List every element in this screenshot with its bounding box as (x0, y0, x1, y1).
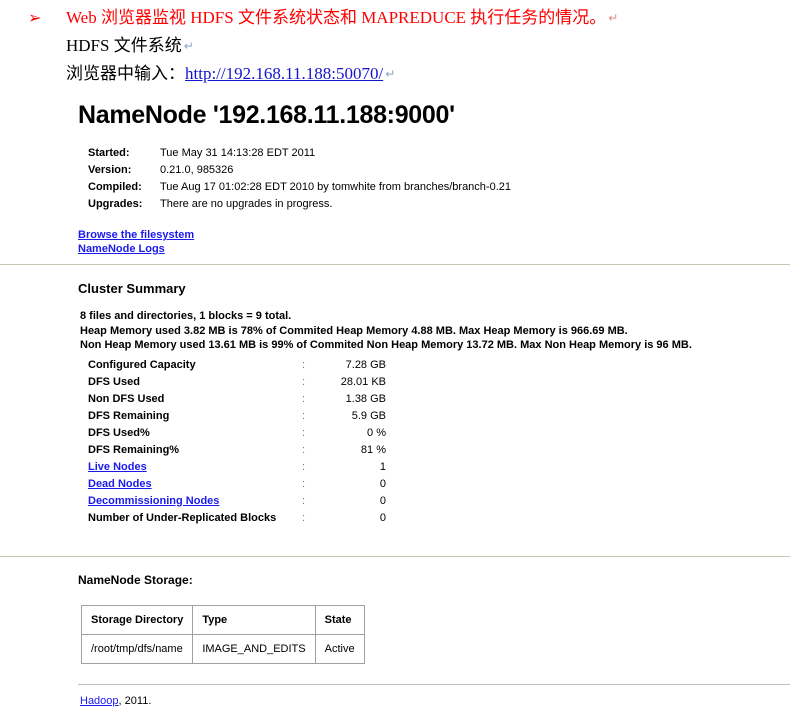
capacity-value: 1.38 GB (345, 392, 386, 405)
cluster-capacity-table: Configured Capacity : 7.28 GB DFS Used :… (88, 358, 386, 528)
namenode-storage-heading: NameNode Storage: (78, 572, 193, 587)
info-label: Started: (88, 147, 130, 159)
info-row-version: Version: 0.21.0, 985326 (88, 163, 511, 180)
hadoop-link[interactable]: Hadoop (80, 695, 119, 707)
table-row: /root/tmp/dfs/name IMAGE_AND_EDITS Activ… (80, 633, 365, 664)
page-footer: Hadoop, 2011. (80, 695, 801, 707)
doc-line-1-text: Web 浏览器监视 HDFS 文件系统状态和 MAPREDUCE 执行任务的情况… (66, 8, 607, 27)
summary-line-files: 8 files and directories, 1 blocks = 9 to… (80, 310, 292, 322)
return-mark-icon-2: ↵ (183, 39, 194, 53)
summary-line-nonheap: Non Heap Memory used 13.61 MB is 99% of … (80, 339, 692, 351)
footer-year: , 2011. (118, 694, 152, 707)
namenode-storage-table: Storage Directory Type State /root/tmp/d… (80, 604, 365, 664)
capacity-key: DFS Remaining% (88, 443, 180, 456)
info-value: Tue May 31 14:13:28 EDT 2011 (160, 147, 316, 159)
namenode-logs-link[interactable]: NameNode Logs (78, 242, 801, 256)
capacity-separator: : (302, 375, 306, 388)
capacity-key-decommissioning-nodes: Decommissioning Nodes (88, 494, 302, 511)
capacity-value: 0 (379, 477, 386, 490)
table-row: DFS Remaining : 5.9 GB (88, 409, 386, 426)
capacity-key: DFS Remaining (88, 409, 170, 422)
capacity-separator: : (302, 511, 306, 524)
capacity-value: 0 (379, 494, 386, 507)
table-row: Number of Under-Replicated Blocks : 0 (88, 511, 386, 528)
browse-filesystem-link[interactable]: Browse the filesystem (78, 228, 801, 242)
table-row: Configured Capacity : 7.28 GB (88, 358, 386, 375)
capacity-key-dead-nodes: Dead Nodes (88, 477, 302, 494)
namenode-web-url-link[interactable]: http://192.168.11.188:50070/ (185, 64, 383, 83)
capacity-key: Non DFS Used (88, 392, 165, 405)
capacity-separator: : (302, 494, 306, 507)
live-nodes-link[interactable]: Live Nodes (88, 461, 147, 473)
dead-nodes-link[interactable]: Dead Nodes (88, 478, 152, 490)
namenode-info-table: Started: Tue May 31 14:13:28 EDT 2011 Ve… (88, 146, 511, 214)
column-header-type: Type (192, 604, 316, 635)
column-header-state: State (314, 604, 365, 635)
return-mark-icon-1: ↵ (608, 11, 619, 25)
capacity-separator: : (302, 460, 306, 473)
namenode-web-page: NameNode '192.168.11.188:9000' Started: … (0, 95, 801, 707)
capacity-separator: : (302, 426, 306, 439)
column-header-storage-directory: Storage Directory (80, 604, 194, 635)
capacity-separator: : (302, 392, 306, 405)
namenode-nav-links: Browse the filesystem NameNode Logs (78, 228, 801, 256)
table-row: DFS Used% : 0 % (88, 426, 386, 443)
summary-line-heap: Heap Memory used 3.82 MB is 78% of Commi… (80, 324, 628, 337)
return-mark-icon-3: ↵ (385, 67, 396, 81)
info-value: 0.21.0, 985326 (160, 164, 234, 176)
info-label: Compiled: (88, 181, 142, 193)
cluster-summary-text: 8 files and directories, 1 blocks = 9 to… (80, 309, 801, 353)
doc-line-3-prefix: 浏览器中输入： (66, 64, 185, 83)
info-label: Version: (88, 164, 132, 176)
capacity-key: DFS Used (88, 375, 140, 388)
capacity-value: 0 (379, 511, 386, 524)
cell-state: Active (314, 633, 365, 664)
capacity-value: 1 (379, 460, 386, 473)
divider-top (0, 264, 790, 265)
page-title: NameNode '192.168.11.188:9000' (78, 101, 455, 129)
capacity-value: 7.28 GB (345, 358, 386, 371)
info-row-upgrades: Upgrades: There are no upgrades in progr… (88, 197, 511, 214)
info-value: There are no upgrades in progress. (160, 198, 333, 210)
capacity-key: DFS Used% (88, 426, 150, 439)
table-row: DFS Used : 28.01 KB (88, 375, 386, 392)
capacity-separator: : (302, 358, 306, 371)
table-row: Non DFS Used : 1.38 GB (88, 392, 386, 409)
capacity-key: Configured Capacity (88, 358, 196, 371)
capacity-value: 81 % (360, 443, 386, 456)
arrow-bullet-icon: ➢ (28, 8, 42, 27)
doc-bullet-line: ➢ Web 浏览器监视 HDFS 文件系统状态和 MAPREDUCE 执行任务的情… (28, 4, 801, 32)
document-text-block: ➢ Web 浏览器监视 HDFS 文件系统状态和 MAPREDUCE 执行任务的情… (0, 0, 801, 88)
capacity-separator: : (302, 477, 306, 490)
doc-line-2: HDFS 文件系统 ↵ (66, 32, 801, 60)
info-label: Upgrades: (88, 198, 143, 210)
table-row: DFS Remaining% : 81 % (88, 443, 386, 460)
info-row-compiled: Compiled: Tue Aug 17 01:02:28 EDT 2010 b… (88, 180, 511, 197)
cell-storage-directory: /root/tmp/dfs/name (80, 633, 194, 664)
table-row: Live Nodes : 1 (88, 460, 386, 477)
capacity-key-live-nodes: Live Nodes (88, 460, 302, 477)
namenode-storage-table-wrap: Storage Directory Type State /root/tmp/d… (80, 604, 801, 664)
decommissioning-nodes-link[interactable]: Decommissioning Nodes (88, 495, 219, 507)
divider-middle (0, 555, 790, 557)
capacity-separator: : (302, 409, 306, 422)
info-value: Tue Aug 17 01:02:28 EDT 2010 by tomwhite… (160, 181, 511, 193)
capacity-value: 28.01 KB (340, 375, 386, 388)
divider-footer (78, 683, 790, 685)
table-header-row: Storage Directory Type State (80, 604, 365, 635)
capacity-key: Number of Under-Replicated Blocks (88, 511, 277, 524)
cluster-summary-heading: Cluster Summary (78, 281, 186, 296)
table-row: Decommissioning Nodes : 0 (88, 494, 386, 511)
table-row: Dead Nodes : 0 (88, 477, 386, 494)
doc-line-3: 浏览器中输入：http://192.168.11.188:50070/↵ (66, 60, 801, 88)
capacity-value: 0 % (367, 426, 386, 439)
info-row-started: Started: Tue May 31 14:13:28 EDT 2011 (88, 146, 511, 163)
doc-line-2-text: HDFS 文件系统 (66, 36, 182, 55)
capacity-separator: : (302, 443, 306, 456)
capacity-value: 5.9 GB (351, 409, 386, 422)
cell-type: IMAGE_AND_EDITS (192, 633, 316, 664)
